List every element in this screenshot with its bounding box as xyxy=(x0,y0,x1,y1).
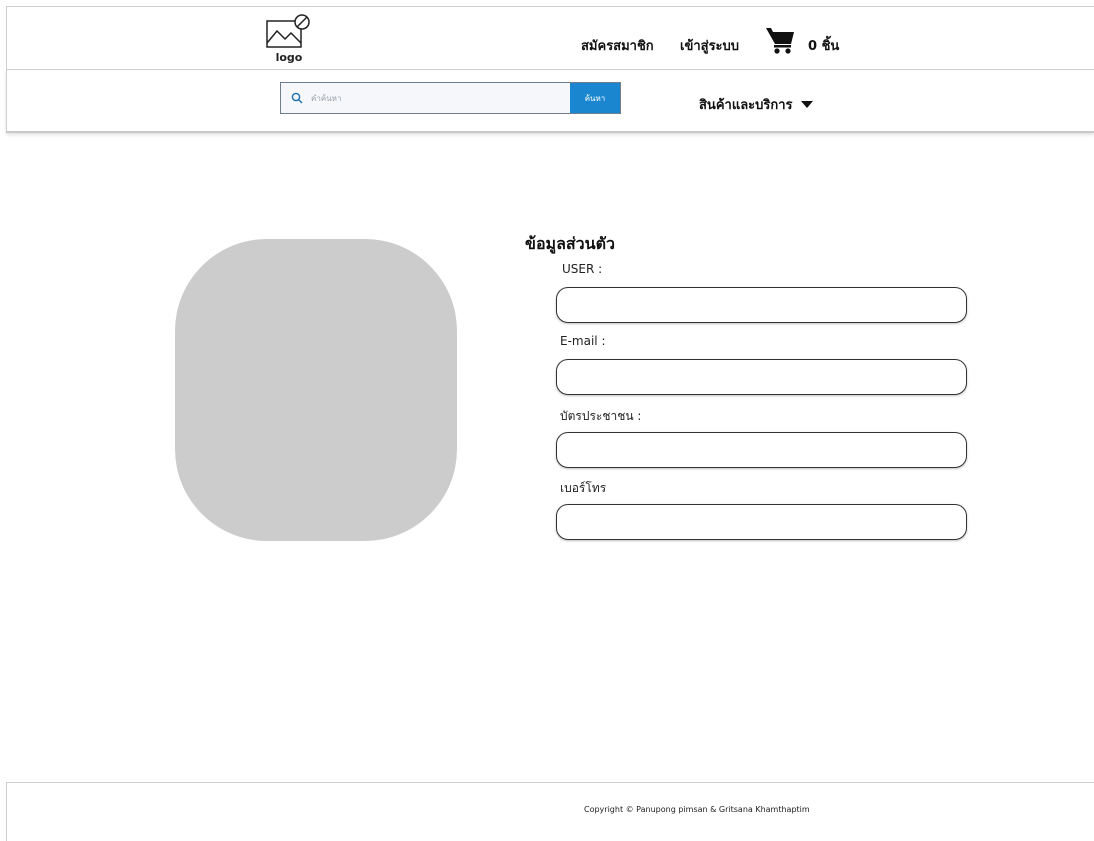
email-input[interactable] xyxy=(557,360,966,394)
phone-input[interactable] xyxy=(557,505,966,539)
id-card-input[interactable] xyxy=(557,433,966,467)
id-card-label: บัตรประชาชน : xyxy=(560,409,642,423)
register-link[interactable]: สมัครสมาชิก xyxy=(581,35,654,56)
search-input[interactable] xyxy=(311,84,566,112)
phone-field[interactable] xyxy=(556,504,967,540)
id-card-field[interactable] xyxy=(556,432,967,468)
phone-label: เบอร์โทร xyxy=(560,481,607,495)
cart-icon[interactable] xyxy=(764,25,796,59)
copyright-text: Copyright © Panupong pimsan & Gritsana K… xyxy=(584,805,810,814)
image-placeholder-icon xyxy=(266,14,310,48)
user-label: USER : xyxy=(562,262,603,276)
search-bar: ค้นหา สินค้าและบริการ xyxy=(6,70,1094,133)
avatar-placeholder[interactable] xyxy=(175,239,457,541)
search-box: ค้นหา xyxy=(280,82,621,114)
user-field[interactable] xyxy=(556,287,967,323)
user-input[interactable] xyxy=(557,288,966,322)
caret-down-icon xyxy=(801,100,814,108)
search-button[interactable]: ค้นหา xyxy=(570,83,620,113)
search-icon xyxy=(291,92,303,104)
profile-title: ข้อมูลส่วนตัว xyxy=(525,234,615,253)
login-link[interactable]: เข้าสู่ระบบ xyxy=(680,35,739,56)
logo-text: logo xyxy=(275,51,303,64)
products-menu-label: สินค้าและบริการ xyxy=(699,98,793,113)
cart-count[interactable]: 0 ชิ้น xyxy=(808,35,839,56)
email-label: E-mail : xyxy=(560,334,606,348)
products-menu[interactable]: สินค้าและบริการ xyxy=(699,94,814,115)
email-field[interactable] xyxy=(556,359,967,395)
logo[interactable]: logo xyxy=(265,13,313,71)
top-header: logo สมัครสมาชิก เข้าสู่ระบบ 0 ชิ้น xyxy=(6,6,1094,70)
footer: Copyright © Panupong pimsan & Gritsana K… xyxy=(6,782,1094,841)
